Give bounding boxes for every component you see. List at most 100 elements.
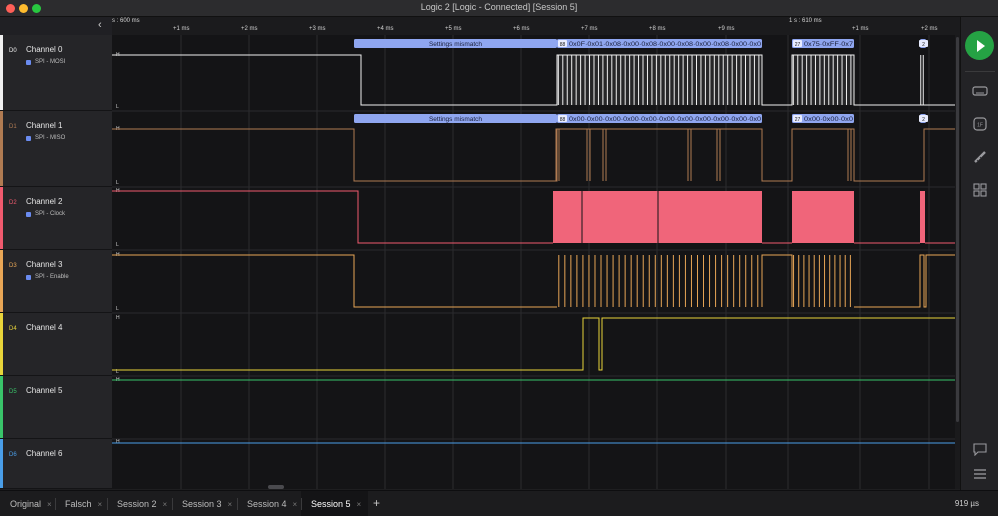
measure-icon[interactable] xyxy=(972,150,988,164)
channel-name[interactable]: Channel 6 xyxy=(26,449,62,458)
session-tab-label: Falsch xyxy=(65,499,92,509)
right-toolbar: 1F xyxy=(960,17,998,490)
comment-icon[interactable] xyxy=(972,442,988,456)
timeline-tick-label: +8 ms xyxy=(649,26,666,32)
ch2-clock-burst xyxy=(920,191,925,243)
vertical-scroll-thumb[interactable] xyxy=(956,37,959,422)
miso-frame-3-tag: 2 xyxy=(922,117,925,123)
ch1-pulse xyxy=(687,128,692,181)
analyzer-name: SPI - Enable xyxy=(35,274,69,280)
waveform-view[interactable]: H L H L H L H L H L H H Settings mismatch 88 0x0F·0x01… xyxy=(112,35,955,489)
timeline-tick-label: +3 ms xyxy=(309,26,326,32)
mosi-settings-mismatch[interactable]: Settings mismatch xyxy=(354,39,557,48)
ch3-waveform xyxy=(854,254,955,308)
miso-frame-2-bytes: 0x00·0x00·0x0 xyxy=(804,116,853,123)
title-bar: Logic 2 [Logic - Connected] [Session 5] xyxy=(0,0,998,17)
close-tab-icon[interactable]: × xyxy=(163,500,168,509)
channel-analyzer-label: SPI - MOSI xyxy=(26,59,65,65)
channel-name[interactable]: Channel 1 xyxy=(26,121,62,130)
ch2-waveform xyxy=(112,190,553,244)
channel-header: ‹ xyxy=(0,17,112,35)
tab-separator xyxy=(107,498,108,510)
channel-color-stripe xyxy=(0,187,3,249)
add-session-button[interactable]: + xyxy=(373,496,380,510)
session-tab-label: Original xyxy=(10,499,42,509)
channel-id: D0 xyxy=(9,48,17,54)
timeline-tick-label: +7 ms xyxy=(581,26,598,32)
close-tab-icon[interactable]: × xyxy=(293,500,298,509)
channel-analyzer-label: SPI - Enable xyxy=(26,274,69,280)
level-low-label: L xyxy=(116,180,119,186)
close-tab-icon[interactable]: × xyxy=(357,500,362,509)
close-tab-icon[interactable]: × xyxy=(47,500,52,509)
timeline-tick-label: +1 ms xyxy=(173,26,190,32)
mosi-frame-1-tag: 88 xyxy=(560,42,566,48)
channel-row[interactable]: D6 Channel 6 xyxy=(0,439,112,489)
channel-analyzer-label: SPI - MISO xyxy=(26,135,65,141)
channel-row[interactable]: D5 Channel 5 xyxy=(0,376,112,439)
channel-color-stripe xyxy=(0,313,3,375)
analyzer-color-icon xyxy=(26,59,31,65)
miso-frame-2-tag: 27 xyxy=(795,117,801,123)
miso-frame-1-tag: 88 xyxy=(560,117,566,123)
mosi-frame-1-bytes: 0x0F·0x01·0x08·0x00·0x08·0x00·0x08·0x00·… xyxy=(569,41,761,48)
miso-settings-mismatch[interactable]: Settings mismatch xyxy=(354,114,557,123)
device-settings-icon[interactable] xyxy=(972,84,988,98)
tab-separator xyxy=(172,498,173,510)
analyzer-name: SPI - MOSI xyxy=(35,59,66,65)
channel-row[interactable]: D1 Channel 1 SPI - MISO xyxy=(0,111,112,187)
close-tab-icon[interactable]: × xyxy=(228,500,233,509)
session-tab[interactable]: Falsch × xyxy=(55,491,107,516)
channel-name[interactable]: Channel 5 xyxy=(26,386,62,395)
channel-name[interactable]: Channel 2 xyxy=(26,197,62,206)
analyzer-color-icon xyxy=(26,274,31,280)
menu-icon[interactable] xyxy=(972,467,988,481)
miso-settings-mismatch-text: Settings mismatch xyxy=(429,116,482,123)
ch4-waveform xyxy=(112,317,955,371)
mosi-frame-2-tag: 27 xyxy=(795,42,801,48)
timeline-second-label: 1 s : 610 ms xyxy=(789,18,822,24)
channel-name[interactable]: Channel 3 xyxy=(26,260,62,269)
waveform-canvas[interactable]: HLHLHLHLHLHHSettings mismatch 88 0x0F·0x01… xyxy=(112,35,955,489)
session-tab-label: Session 3 xyxy=(182,499,222,509)
analyzer-color-icon xyxy=(26,211,31,217)
session-tab[interactable]: Original × xyxy=(0,491,55,516)
start-capture-button[interactable] xyxy=(965,31,994,60)
analyzer-color-icon xyxy=(26,135,31,141)
horizontal-scroll-thumb[interactable] xyxy=(268,485,284,489)
tab-separator xyxy=(301,498,302,510)
analyzers-icon[interactable]: 1F xyxy=(972,117,988,131)
close-tab-icon[interactable]: × xyxy=(98,500,103,509)
channel-id: D1 xyxy=(9,124,17,130)
session-tab-label: Session 4 xyxy=(247,499,287,509)
channel-name[interactable]: Channel 4 xyxy=(26,323,62,332)
mosi-frame-2-bytes: 0x75·0xFF·0x7 xyxy=(804,41,853,48)
timeline-ruler[interactable]: ‹ s : 600 ms 1 s : 610 ms +1 ms +2 ms +3 m… xyxy=(0,17,960,35)
ch1-pulse xyxy=(716,128,721,181)
channel-row[interactable]: D0 Channel 0 SPI - MOSI xyxy=(0,35,112,111)
svg-text:1F: 1F xyxy=(977,123,983,129)
chevron-left-icon[interactable]: ‹ xyxy=(98,19,102,31)
tab-separator xyxy=(237,498,238,510)
extensions-icon[interactable] xyxy=(972,183,988,197)
level-low-label: L xyxy=(116,104,119,110)
session-tab[interactable]: Session 5 × xyxy=(301,491,368,516)
tab-separator xyxy=(55,498,56,510)
window-title: Logic 2 [Logic - Connected] [Session 5] xyxy=(420,2,578,12)
channel-color-stripe xyxy=(0,111,3,186)
channel-id: D4 xyxy=(9,326,17,332)
session-tab[interactable]: Session 4 × xyxy=(237,491,301,516)
channel-row[interactable]: D4 Channel 4 xyxy=(0,313,112,376)
channel-id: D5 xyxy=(9,389,17,395)
timeline-tick-label: +1 ms xyxy=(852,26,869,32)
channel-name[interactable]: Channel 0 xyxy=(26,45,62,54)
timeline-tick-label: +2 ms xyxy=(921,26,938,32)
mosi-settings-mismatch-text: Settings mismatch xyxy=(429,41,482,48)
session-tab[interactable]: Session 3 × xyxy=(172,491,237,516)
ch0-burst-2 xyxy=(792,55,854,105)
channel-row[interactable]: D2 Channel 2 SPI - Clock xyxy=(0,187,112,250)
session-tab[interactable]: Session 2 × xyxy=(107,491,172,516)
timeline-tick-label: +6 ms xyxy=(513,26,530,32)
channel-row[interactable]: D3 Channel 3 SPI - Enable xyxy=(0,250,112,313)
channel-id: D2 xyxy=(9,200,17,206)
